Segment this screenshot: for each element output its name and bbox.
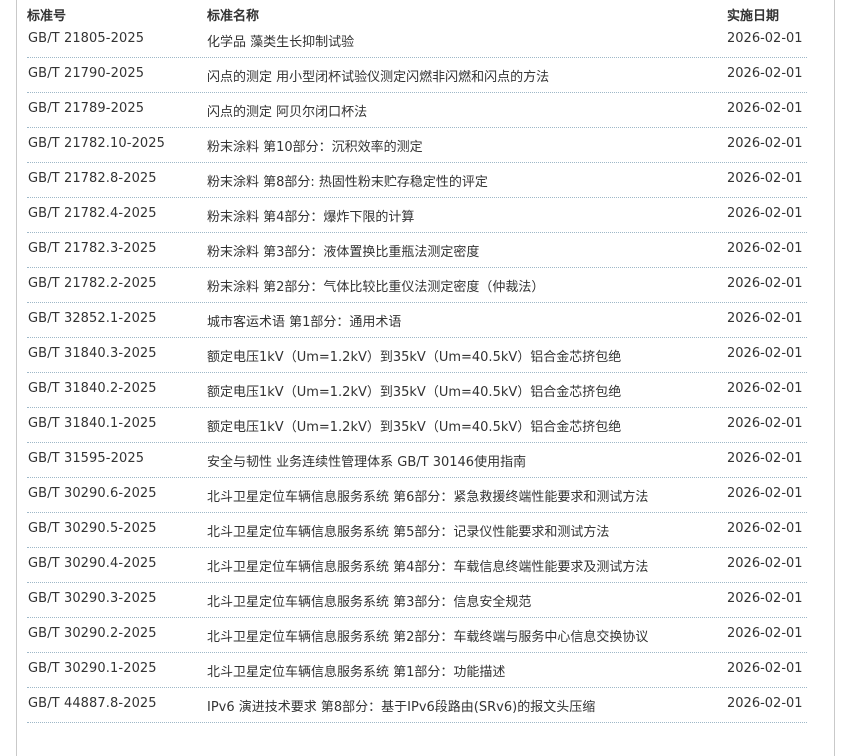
standard-code: GB/T 30290.5-2025 xyxy=(28,521,157,536)
implementation-date: 2026-02-01 xyxy=(727,206,803,221)
standard-name-link[interactable]: 粉末涂料 第4部分：爆炸下限的计算 xyxy=(207,206,414,225)
implementation-date: 2026-02-01 xyxy=(727,101,803,116)
column-header-code: 标准号 xyxy=(27,9,67,24)
table-row: GB/T 21782.10-2025 粉末涂料 第10部分：沉积效率的测定 2026… xyxy=(0,128,863,163)
standard-code: GB/T 30290.6-2025 xyxy=(28,486,157,501)
table-row: GB/T 32852.1-2025 城市客运术语 第1部分：通用术语 2026-02… xyxy=(0,303,863,338)
table-row: GB/T 31595-2025 安全与韧性 业务连续性管理体系 GB/T 3014… xyxy=(0,443,863,478)
standard-code: GB/T 21782.3-2025 xyxy=(28,241,157,256)
implementation-date: 2026-02-01 xyxy=(727,451,803,466)
implementation-date: 2026-02-01 xyxy=(727,626,803,641)
table-row: GB/T 31840.3-2025 额定电压1kV（Um=1.2kV）到35kV（… xyxy=(0,338,863,373)
table-row: GB/T 30290.4-2025 北斗卫星定位车辆信息服务系统 第4部分：车载信… xyxy=(0,548,863,583)
table-row: GB/T 21782.2-2025 粉末涂料 第2部分：气体比较比重仪法测定密度（… xyxy=(0,268,863,303)
standard-code: GB/T 30290.1-2025 xyxy=(28,661,157,676)
implementation-date: 2026-02-01 xyxy=(727,521,803,536)
standard-name-link[interactable]: 安全与韧性 业务连续性管理体系 GB/T 30146使用指南 xyxy=(207,451,526,470)
table-row: GB/T 21782.4-2025 粉末涂料 第4部分：爆炸下限的计算 2026-0… xyxy=(0,198,863,233)
standard-code: GB/T 21782.4-2025 xyxy=(28,206,157,221)
standard-code: GB/T 31840.2-2025 xyxy=(28,381,157,396)
standard-name-link[interactable]: 闪点的测定 用小型闭杯试验仪测定闪燃非闪燃和闪点的方法 xyxy=(207,66,549,85)
table-row: GB/T 21805-2025 化学品 藻类生长抑制试验 2026-02-01 xyxy=(0,23,863,58)
standard-code: GB/T 31840.3-2025 xyxy=(28,346,157,361)
table-row: GB/T 30290.5-2025 北斗卫星定位车辆信息服务系统 第5部分：记录仪… xyxy=(0,513,863,548)
table-row: GB/T 44887.8-2025 IPv6 演进技术要求 第8部分：基于IPv6… xyxy=(0,688,863,723)
implementation-date: 2026-02-01 xyxy=(727,276,803,291)
standard-code: GB/T 21789-2025 xyxy=(28,101,145,116)
implementation-date: 2026-02-01 xyxy=(727,346,803,361)
standard-name-link[interactable]: 闪点的测定 阿贝尔闭口杯法 xyxy=(207,101,367,120)
implementation-date: 2026-02-01 xyxy=(727,696,803,711)
standard-code: GB/T 21782.10-2025 xyxy=(28,136,166,151)
standard-code: GB/T 32852.1-2025 xyxy=(28,311,157,326)
implementation-date: 2026-02-01 xyxy=(727,31,803,46)
implementation-date: 2026-02-01 xyxy=(727,241,803,256)
standard-name-link[interactable]: 北斗卫星定位车辆信息服务系统 第3部分：信息安全规范 xyxy=(207,591,531,610)
standard-name-link[interactable]: 额定电压1kV（Um=1.2kV）到35kV（Um=40.5kV）铝合金芯挤包绝 xyxy=(207,416,621,435)
implementation-date: 2026-02-01 xyxy=(727,661,803,676)
standard-code: GB/T 30290.2-2025 xyxy=(28,626,157,641)
implementation-date: 2026-02-01 xyxy=(727,136,803,151)
table-row: GB/T 21790-2025 闪点的测定 用小型闭杯试验仪测定闪燃非闪燃和闪点的… xyxy=(0,58,863,93)
column-header-date: 实施日期 xyxy=(727,9,780,24)
standard-code: GB/T 31840.1-2025 xyxy=(28,416,157,431)
implementation-date: 2026-02-01 xyxy=(727,66,803,81)
standard-name-link[interactable]: IPv6 演进技术要求 第8部分：基于IPv6段路由(SRv6)的报文头压缩 xyxy=(207,696,595,715)
standard-name-link[interactable]: 北斗卫星定位车辆信息服务系统 第6部分：紧急救援终端性能要求和测试方法 xyxy=(207,486,648,505)
table-row: GB/T 31840.1-2025 额定电压1kV（Um=1.2kV）到35kV（… xyxy=(0,408,863,443)
standard-name-link[interactable]: 额定电压1kV（Um=1.2kV）到35kV（Um=40.5kV）铝合金芯挤包绝 xyxy=(207,346,621,365)
table-row: GB/T 21782.3-2025 粉末涂料 第3部分：液体置换比重瓶法测定密度 2… xyxy=(0,233,863,268)
standard-name-link[interactable]: 额定电压1kV（Um=1.2kV）到35kV（Um=40.5kV）铝合金芯挤包绝 xyxy=(207,381,621,400)
standard-code: GB/T 21782.8-2025 xyxy=(28,171,157,186)
column-header-name: 标准名称 xyxy=(207,9,260,24)
table-row: GB/T 21789-2025 闪点的测定 阿贝尔闭口杯法 2026-02-01 xyxy=(0,93,863,128)
standard-code: GB/T 30290.3-2025 xyxy=(28,591,157,606)
standard-name-link[interactable]: 北斗卫星定位车辆信息服务系统 第5部分：记录仪性能要求和测试方法 xyxy=(207,521,609,540)
standard-code: GB/T 30290.4-2025 xyxy=(28,556,157,571)
implementation-date: 2026-02-01 xyxy=(727,171,803,186)
table-row: GB/T 30290.2-2025 北斗卫星定位车辆信息服务系统 第2部分：车载终… xyxy=(0,618,863,653)
standard-name-link[interactable]: 粉末涂料 第10部分：沉积效率的测定 xyxy=(207,136,423,155)
standard-name-link[interactable]: 粉末涂料 第8部分: 热固性粉末贮存稳定性的评定 xyxy=(207,171,488,190)
standard-code: GB/T 21790-2025 xyxy=(28,66,145,81)
table-row: GB/T 21782.8-2025 粉末涂料 第8部分: 热固性粉末贮存稳定性的评… xyxy=(0,163,863,198)
standards-table-body: GB/T 21805-2025 化学品 藻类生长抑制试验 2026-02-01 GB/… xyxy=(0,23,863,723)
standard-code: GB/T 21782.2-2025 xyxy=(28,276,157,291)
standard-code: GB/T 21805-2025 xyxy=(28,31,145,46)
standard-name-link[interactable]: 北斗卫星定位车辆信息服务系统 第4部分：车载信息终端性能要求及测试方法 xyxy=(207,556,648,575)
implementation-date: 2026-02-01 xyxy=(727,416,803,431)
standard-code: GB/T 31595-2025 xyxy=(28,451,145,466)
standard-name-link[interactable]: 粉末涂料 第3部分：液体置换比重瓶法测定密度 xyxy=(207,241,479,260)
implementation-date: 2026-02-01 xyxy=(727,381,803,396)
standard-name-link[interactable]: 北斗卫星定位车辆信息服务系统 第1部分：功能描述 xyxy=(207,661,505,680)
standard-name-link[interactable]: 城市客运术语 第1部分：通用术语 xyxy=(207,311,401,330)
implementation-date: 2026-02-01 xyxy=(727,311,803,326)
standard-name-link[interactable]: 化学品 藻类生长抑制试验 xyxy=(207,31,354,50)
standard-name-link[interactable]: 北斗卫星定位车辆信息服务系统 第2部分：车载终端与服务中心信息交换协议 xyxy=(207,626,648,645)
implementation-date: 2026-02-01 xyxy=(727,486,803,501)
standard-code: GB/T 44887.8-2025 xyxy=(28,696,157,711)
table-row: GB/T 30290.1-2025 北斗卫星定位车辆信息服务系统 第1部分：功能描… xyxy=(0,653,863,688)
table-row: GB/T 30290.6-2025 北斗卫星定位车辆信息服务系统 第6部分：紧急救… xyxy=(0,478,863,513)
table-row: GB/T 31840.2-2025 额定电压1kV（Um=1.2kV）到35kV（… xyxy=(0,373,863,408)
implementation-date: 2026-02-01 xyxy=(727,591,803,606)
implementation-date: 2026-02-01 xyxy=(727,556,803,571)
standard-name-link[interactable]: 粉末涂料 第2部分：气体比较比重仪法测定密度（仲裁法） xyxy=(207,276,544,295)
table-row: GB/T 30290.3-2025 北斗卫星定位车辆信息服务系统 第3部分：信息安… xyxy=(0,583,863,618)
